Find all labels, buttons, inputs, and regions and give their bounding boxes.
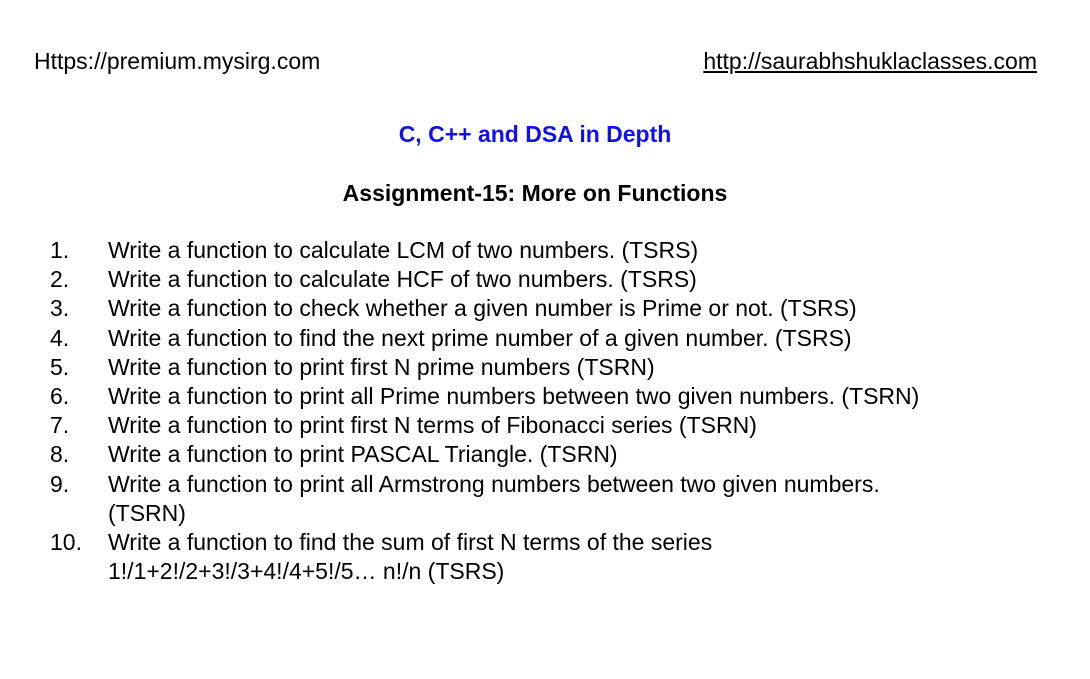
question-number: 8. [50, 441, 70, 468]
question-number: 2. [50, 266, 70, 293]
header-right-link[interactable]: http://saurabhshuklaclasses.com [703, 47, 1037, 75]
question-item: 7. Write a function to print first N ter… [50, 411, 1050, 440]
question-item: 8. Write a function to print PASCAL Tria… [50, 440, 1050, 469]
course-title: C, C++ and DSA in Depth [398, 121, 672, 147]
question-number: 1. [50, 237, 70, 263]
question-number: 4. [50, 324, 70, 351]
question-text: Write a function to print all Prime numb… [108, 383, 920, 410]
question-list: 1. Write a function to calculate LCM of … [50, 236, 1050, 586]
question-number: 6. [50, 383, 70, 410]
header-left-url: Https://premium.mysirg.com [34, 48, 321, 74]
question-item: 4. Write a function to find the next pri… [50, 324, 1050, 353]
question-text: Write a function to calculate HCF of two… [108, 266, 697, 293]
question-item: 10. Write a function to find the sum of … [50, 528, 1050, 586]
question-item: 9. Write a function to print all Armstro… [50, 470, 1050, 528]
question-item: 3. Write a function to check whether a g… [50, 294, 1050, 323]
question-number: 9. [50, 470, 70, 497]
question-number: 3. [50, 295, 70, 322]
question-text: Write a function to print first N prime … [108, 353, 655, 380]
question-text: Write a function to calculate LCM of two… [108, 237, 699, 263]
question-number: 5. [50, 353, 70, 380]
question-text: Write a function to find the next prime … [108, 324, 852, 351]
question-item: 6. Write a function to print all Prime n… [50, 382, 1050, 411]
question-text: Write a function to check whether a give… [108, 295, 857, 322]
question-text: Write a function to print all Armstrong … [108, 470, 880, 526]
question-text: Write a function to print PASCAL Triangl… [108, 441, 618, 468]
question-number: 7. [50, 412, 70, 439]
question-number: 10. [50, 529, 82, 556]
assignment-title: Assignment-15: More on Functions [342, 180, 728, 206]
question-item: 2. Write a function to calculate HCF of … [50, 265, 1050, 294]
question-item: 5. Write a function to print first N pri… [50, 353, 1050, 382]
question-text: Write a function to find the sum of firs… [108, 529, 713, 585]
question-text: Write a function to print first N terms … [108, 412, 757, 439]
question-item: 1. Write a function to calculate LCM of … [50, 236, 1050, 265]
